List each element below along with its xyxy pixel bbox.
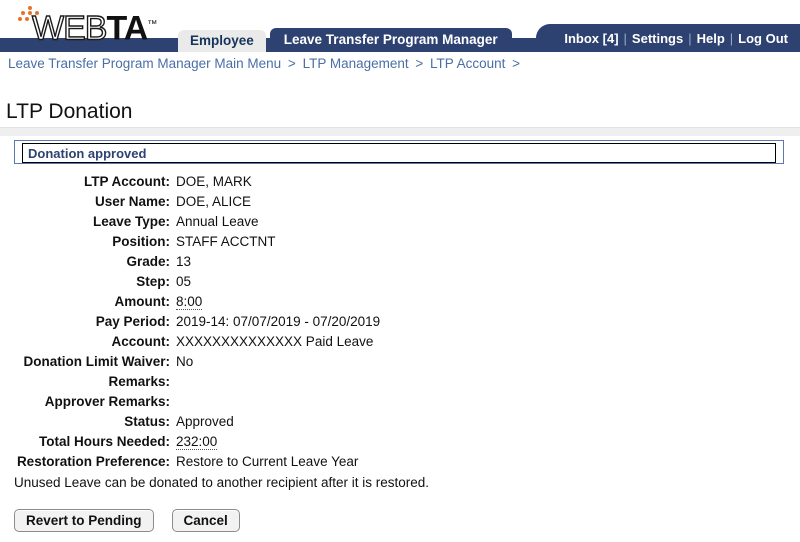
tab-leave-transfer-program-manager[interactable]: Leave Transfer Program Manager xyxy=(269,28,512,52)
detail-row-remarks: Remarks: xyxy=(0,374,800,394)
utility-link-inbox[interactable]: Inbox [4] xyxy=(564,31,618,46)
value-status: Approved xyxy=(176,414,234,429)
value-ltp-account: DOE, MARK xyxy=(176,174,252,189)
app-header: WEBTA™ Employee Leave Transfer Program M… xyxy=(0,0,800,52)
label-account: Account: xyxy=(111,334,171,349)
revert-to-pending-button[interactable]: Revert to Pending xyxy=(14,509,154,532)
breadcrumb-item-ltp-account[interactable]: LTP Account xyxy=(430,56,505,71)
webta-logo: WEBTA™ xyxy=(14,6,179,46)
value-pay-period: 2019-14: 07/07/2019 - 07/20/2019 xyxy=(176,314,381,329)
breadcrumb: Leave Transfer Program Manager Main Menu… xyxy=(8,56,523,71)
detail-row-position: Position: STAFF ACCTNT xyxy=(0,234,800,254)
value-donation-limit-waiver: No xyxy=(176,354,194,369)
cancel-button[interactable]: Cancel xyxy=(171,509,240,532)
title-divider xyxy=(0,127,800,136)
value-position: STAFF ACCTNT xyxy=(176,234,276,249)
detail-row-amount: Amount: 8:00 xyxy=(0,294,800,314)
main-tabs: Employee Leave Transfer Program Manager xyxy=(178,24,512,52)
label-remarks: Remarks: xyxy=(108,374,170,389)
breadcrumb-separator: > xyxy=(287,56,296,71)
logo-trademark-icon: ™ xyxy=(147,19,158,30)
logo-ta-text: TA xyxy=(106,9,148,48)
form-actions: Revert to Pending Cancel xyxy=(14,509,240,532)
status-message-box: Donation approved xyxy=(14,140,784,164)
label-pay-period: Pay Period: xyxy=(95,314,170,329)
detail-row-status: Status: Approved xyxy=(0,414,800,434)
utility-link-settings[interactable]: Settings xyxy=(632,31,683,46)
detail-row-restoration-preference: Restoration Preference: Restore to Curre… xyxy=(0,454,800,474)
detail-row-step: Step: 05 xyxy=(0,274,800,294)
utility-separator: | xyxy=(729,30,734,46)
label-status: Status: xyxy=(124,414,170,429)
label-amount: Amount: xyxy=(114,294,170,309)
detail-row-pay-period: Pay Period: 2019-14: 07/07/2019 - 07/20/… xyxy=(0,314,800,334)
label-restoration-preference: Restoration Preference: xyxy=(16,454,170,469)
value-step: 05 xyxy=(176,274,192,289)
utility-separator: | xyxy=(688,30,692,46)
detail-row-user-name: User Name: DOE, ALICE xyxy=(0,194,800,214)
detail-row-donation-limit-waiver: Donation Limit Waiver: No xyxy=(0,354,800,374)
detail-row-approver-remarks: Approver Remarks: xyxy=(0,394,800,414)
donation-detail-list: LTP Account: DOE, MARK User Name: DOE, A… xyxy=(0,174,800,474)
value-restoration-preference: Restore to Current Leave Year xyxy=(176,454,359,469)
label-step: Step: xyxy=(136,274,170,289)
label-leave-type: Leave Type: xyxy=(92,214,170,229)
label-total-hours-needed: Total Hours Needed: xyxy=(38,434,170,449)
label-approver-remarks: Approver Remarks: xyxy=(44,394,170,409)
breadcrumb-item-main-menu[interactable]: Leave Transfer Program Manager Main Menu xyxy=(8,56,281,71)
breadcrumb-separator: > xyxy=(415,56,424,71)
status-message-text: Donation approved xyxy=(28,146,147,161)
label-ltp-account: LTP Account: xyxy=(84,174,170,189)
detail-row-account: Account: XXXXXXXXXXXXXX Paid Leave xyxy=(0,334,800,354)
value-total-hours-needed: 232:00 xyxy=(176,434,218,450)
tab-employee[interactable]: Employee xyxy=(178,30,266,52)
status-message-inner-frame: Donation approved xyxy=(22,143,776,163)
value-account: XXXXXXXXXXXXXX Paid Leave xyxy=(176,334,374,349)
utility-nav: Inbox [4] | Settings | Help | Log Out xyxy=(536,24,800,52)
value-leave-type: Annual Leave xyxy=(176,214,259,229)
detail-row-ltp-account: LTP Account: DOE, MARK xyxy=(0,174,800,194)
utility-link-log-out[interactable]: Log Out xyxy=(738,31,788,46)
restoration-note: Unused Leave can be donated to another r… xyxy=(14,475,430,490)
value-grade: 13 xyxy=(176,254,192,269)
breadcrumb-item-ltp-management[interactable]: LTP Management xyxy=(303,56,409,71)
utility-separator: | xyxy=(623,30,627,46)
label-grade: Grade: xyxy=(126,254,170,269)
label-position: Position: xyxy=(112,234,170,249)
breadcrumb-separator-trailing: > xyxy=(512,56,521,71)
utility-link-help[interactable]: Help xyxy=(697,31,725,46)
page-title: LTP Donation xyxy=(6,100,133,123)
value-user-name: DOE, ALICE xyxy=(176,194,252,209)
detail-row-grade: Grade: 13 xyxy=(0,254,800,274)
logo-web-text: WEB xyxy=(31,9,108,48)
logo-wordmark: WEBTA™ xyxy=(31,8,158,48)
detail-row-total-hours-needed: Total Hours Needed: 232:00 xyxy=(0,434,800,454)
value-amount: 8:00 xyxy=(176,294,203,310)
detail-row-leave-type: Leave Type: Annual Leave xyxy=(0,214,800,234)
label-user-name: User Name: xyxy=(94,194,170,209)
label-donation-limit-waiver: Donation Limit Waiver: xyxy=(23,354,170,369)
